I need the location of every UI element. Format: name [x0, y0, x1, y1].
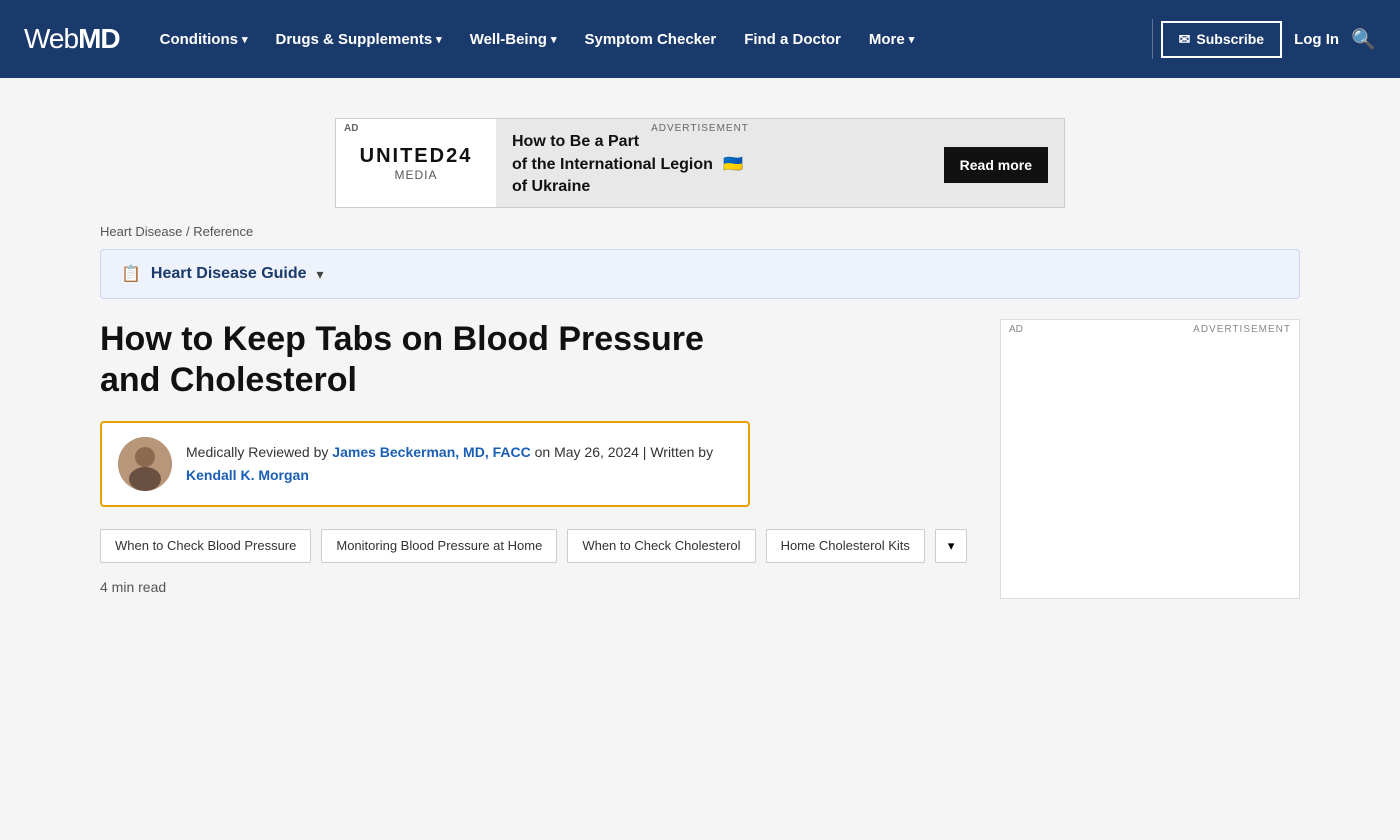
sidebar-advertisement-label: ADVERTISEMENT — [1193, 324, 1291, 335]
sidebar-ad: ADVERTISEMENT AD — [1000, 319, 1300, 599]
guide-icon: 📋 — [121, 264, 141, 284]
topic-tag-1[interactable]: Monitoring Blood Pressure at Home — [321, 529, 557, 563]
ad-logo-sub: MEDIA — [394, 168, 437, 182]
chevron-down-icon: ▾ — [242, 33, 248, 46]
logo-md: MD — [78, 23, 120, 54]
topic-tag-0[interactable]: When to Check Blood Pressure — [100, 529, 311, 563]
sidebar-ad-label: AD — [1009, 324, 1023, 335]
topic-tags: When to Check Blood Pressure Monitoring … — [100, 529, 970, 563]
login-button[interactable]: Log In — [1294, 31, 1339, 48]
ad-logo-text: UNITED24 — [360, 145, 473, 168]
nav-divider — [1152, 19, 1153, 59]
topic-tag-2[interactable]: When to Check Cholesterol — [567, 529, 755, 563]
topic-tag-3[interactable]: Home Cholesterol Kits — [766, 529, 925, 563]
breadcrumb-heart-disease[interactable]: Heart Disease — [100, 224, 182, 239]
ad-banner: AD ADVERTISEMENT UNITED24 MEDIA How to B… — [335, 118, 1065, 208]
nav-menu: Conditions ▾ Drugs & Supplements ▾ Well-… — [148, 23, 1144, 56]
article-title: How to Keep Tabs on Blood Pressure and C… — [100, 319, 970, 401]
logo-web: Web — [24, 23, 78, 54]
search-icon[interactable]: 🔍 — [1351, 27, 1376, 52]
nav-item-more[interactable]: More ▾ — [857, 23, 926, 56]
read-more-button[interactable]: Read more — [944, 147, 1048, 183]
nav-right-actions: ✉ Subscribe Log In 🔍 — [1161, 21, 1376, 58]
ad-text: How to Be a Part of the International Le… — [512, 131, 743, 198]
ad-content: How to Be a Part of the International Le… — [496, 118, 1064, 208]
ad-banner-container: AD ADVERTISEMENT UNITED24 MEDIA How to B… — [320, 78, 1080, 208]
author-box: Medically Reviewed by James Beckerman, M… — [100, 421, 750, 507]
mail-icon: ✉ — [1179, 31, 1191, 48]
guide-chevron-icon[interactable]: ▾ — [317, 266, 324, 283]
ukraine-icon: 🇺🇦 — [723, 156, 743, 173]
breadcrumb-reference[interactable]: Reference — [193, 224, 253, 239]
subscribe-button[interactable]: ✉ Subscribe — [1161, 21, 1282, 58]
chevron-down-icon: ▾ — [948, 538, 955, 553]
chevron-down-icon: ▾ — [436, 33, 442, 46]
breadcrumb: Heart Disease / Reference — [100, 208, 1300, 249]
nav-item-conditions[interactable]: Conditions ▾ — [148, 23, 260, 56]
chevron-down-icon: ▾ — [551, 33, 557, 46]
content-area: Heart Disease / Reference 📋 Heart Diseas… — [40, 208, 1360, 599]
guide-bar[interactable]: 📋 Heart Disease Guide ▾ — [100, 249, 1300, 299]
reviewer-link[interactable]: James Beckerman, MD, FACC — [332, 444, 530, 460]
nav-item-symptom-checker[interactable]: Symptom Checker — [572, 23, 728, 56]
chevron-down-icon: ▾ — [909, 33, 915, 46]
nav-item-find-doctor[interactable]: Find a Doctor — [732, 23, 853, 56]
article-main: How to Keep Tabs on Blood Pressure and C… — [100, 319, 970, 595]
article-layout: How to Keep Tabs on Blood Pressure and C… — [100, 319, 1300, 599]
author-link[interactable]: Kendall K. Morgan — [186, 467, 309, 483]
page-content: AD ADVERTISEMENT UNITED24 MEDIA How to B… — [0, 78, 1400, 840]
author-avatar — [118, 437, 172, 491]
nav-item-drugs[interactable]: Drugs & Supplements ▾ — [263, 23, 453, 56]
read-time: 4 min read — [100, 579, 970, 595]
ad-logo-section: UNITED24 MEDIA — [336, 119, 496, 207]
advertisement-label: ADVERTISEMENT — [651, 123, 749, 134]
article-sidebar: ADVERTISEMENT AD — [1000, 319, 1300, 599]
site-logo[interactable]: WebMD — [24, 23, 120, 55]
topic-tags-expand-button[interactable]: ▾ — [935, 529, 968, 563]
author-info: Medically Reviewed by James Beckerman, M… — [186, 441, 713, 486]
guide-title[interactable]: Heart Disease Guide — [151, 265, 307, 283]
nav-item-wellbeing[interactable]: Well-Being ▾ — [458, 23, 569, 56]
ad-label: AD — [344, 123, 358, 134]
navbar: WebMD Conditions ▾ Drugs & Supplements ▾… — [0, 0, 1400, 78]
